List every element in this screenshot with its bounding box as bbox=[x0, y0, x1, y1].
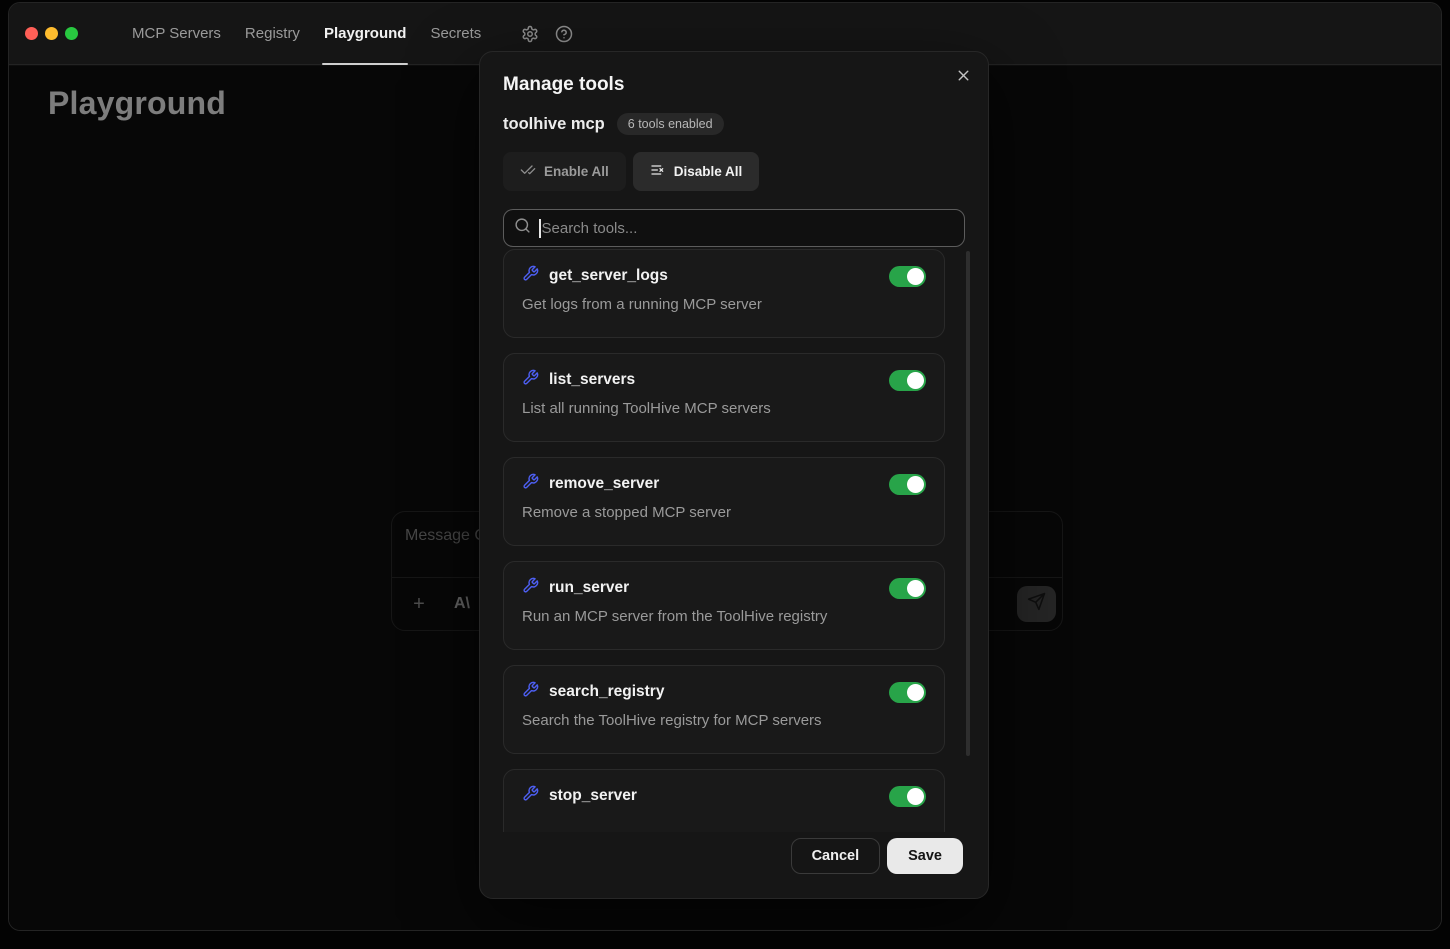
save-button[interactable]: Save bbox=[887, 838, 963, 874]
nav-tab-label: Playground bbox=[324, 25, 407, 42]
tool-card: run_server Run an MCP server from the To… bbox=[503, 561, 945, 650]
nav-tab-mcp-servers[interactable]: MCP Servers bbox=[120, 3, 233, 64]
toggle-knob bbox=[907, 372, 924, 389]
toggle-knob bbox=[907, 788, 924, 805]
close-window-button[interactable] bbox=[25, 27, 38, 40]
tool-toggle[interactable] bbox=[889, 786, 926, 807]
nav-tab-label: Secrets bbox=[430, 25, 481, 42]
list-x-icon bbox=[650, 162, 666, 181]
text-caret bbox=[539, 219, 541, 238]
toggle-knob bbox=[907, 684, 924, 701]
toggle-knob bbox=[907, 268, 924, 285]
tools-enabled-badge: 6 tools enabled bbox=[617, 113, 724, 135]
manage-tools-dialog: Manage tools toolhive mcp 6 tools enable… bbox=[479, 51, 989, 899]
wrench-icon bbox=[522, 577, 539, 599]
minimize-window-button[interactable] bbox=[45, 27, 58, 40]
search-tools-field bbox=[503, 209, 965, 247]
tool-name: list_servers bbox=[549, 371, 635, 389]
help-icon[interactable] bbox=[555, 25, 573, 43]
toggle-knob bbox=[907, 580, 924, 597]
toggle-knob bbox=[907, 476, 924, 493]
tool-card: search_registry Search the ToolHive regi… bbox=[503, 665, 945, 754]
enable-all-label: Enable All bbox=[544, 164, 609, 179]
tool-toggle[interactable] bbox=[889, 266, 926, 287]
wrench-icon bbox=[522, 785, 539, 807]
tool-description: Run an MCP server from the ToolHive regi… bbox=[522, 608, 926, 625]
tool-name: get_server_logs bbox=[549, 267, 668, 285]
tool-toggle[interactable] bbox=[889, 370, 926, 391]
search-tools-input[interactable] bbox=[542, 220, 955, 237]
tool-toggle[interactable] bbox=[889, 474, 926, 495]
tool-name: remove_server bbox=[549, 475, 659, 493]
dialog-title: Manage tools bbox=[503, 74, 965, 96]
active-tab-indicator bbox=[322, 63, 409, 65]
close-dialog-button[interactable] bbox=[955, 67, 972, 87]
tool-description: Search the ToolHive registry for MCP ser… bbox=[522, 712, 926, 729]
check-check-icon bbox=[520, 162, 536, 181]
zoom-window-button[interactable] bbox=[65, 27, 78, 40]
tool-toggle[interactable] bbox=[889, 682, 926, 703]
tool-card: remove_server Remove a stopped MCP serve… bbox=[503, 457, 945, 546]
tool-description: Remove a stopped MCP server bbox=[522, 504, 926, 521]
nav-tab-label: Registry bbox=[245, 25, 300, 42]
list-scrollbar[interactable] bbox=[966, 251, 970, 756]
tool-name: run_server bbox=[549, 579, 629, 597]
wrench-icon bbox=[522, 473, 539, 495]
app-window: MCP Servers Registry Playground Secrets … bbox=[8, 2, 1442, 931]
tools-list: get_server_logs Get logs from a running … bbox=[503, 249, 970, 832]
wrench-icon bbox=[522, 681, 539, 703]
tool-name: stop_server bbox=[549, 787, 637, 805]
tool-description: Get logs from a running MCP server bbox=[522, 296, 926, 313]
enable-all-button[interactable]: Enable All bbox=[503, 152, 626, 191]
main-nav: MCP Servers Registry Playground Secrets bbox=[120, 3, 493, 64]
settings-gear-icon[interactable] bbox=[521, 25, 539, 43]
nav-tab-playground[interactable]: Playground bbox=[312, 3, 419, 64]
cancel-button[interactable]: Cancel bbox=[791, 838, 881, 874]
wrench-icon bbox=[522, 369, 539, 391]
tool-card: list_servers List all running ToolHive M… bbox=[503, 353, 945, 442]
server-name: toolhive mcp bbox=[503, 115, 605, 134]
tool-toggle[interactable] bbox=[889, 578, 926, 599]
wrench-icon bbox=[522, 265, 539, 287]
tool-name: search_registry bbox=[549, 683, 664, 701]
tool-description: List all running ToolHive MCP servers bbox=[522, 400, 926, 417]
nav-tab-label: MCP Servers bbox=[132, 25, 221, 42]
disable-all-label: Disable All bbox=[674, 164, 743, 179]
tool-card: stop_server bbox=[503, 769, 945, 832]
tool-card: get_server_logs Get logs from a running … bbox=[503, 249, 945, 338]
search-icon bbox=[514, 217, 531, 239]
nav-tab-registry[interactable]: Registry bbox=[233, 3, 312, 64]
window-controls bbox=[25, 27, 78, 40]
disable-all-button[interactable]: Disable All bbox=[633, 152, 760, 191]
